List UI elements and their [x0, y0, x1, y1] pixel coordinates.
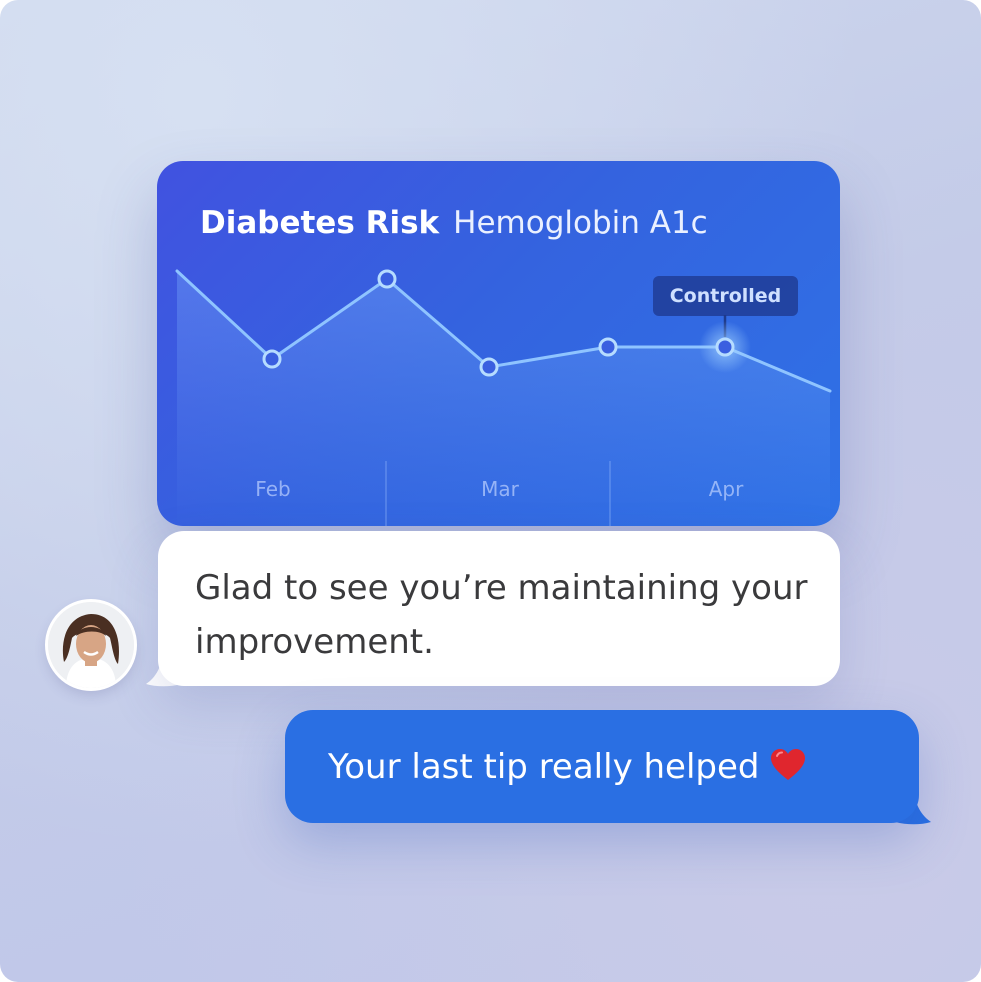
chart-data-point[interactable] [377, 269, 397, 289]
chart-title: Diabetes Risk Hemoglobin A1c [200, 205, 708, 241]
chart-data-point[interactable] [715, 337, 735, 357]
chart-title-primary: Diabetes Risk [200, 205, 440, 241]
chart-data-point[interactable] [598, 337, 618, 357]
month-label-feb: Feb [255, 477, 291, 501]
chart-title-secondary: Hemoglobin A1c [453, 205, 708, 241]
avatar-portrait [48, 602, 134, 688]
controlled-status-badge: Controlled [653, 276, 798, 316]
a1c-chart-card[interactable]: Diabetes Risk Hemoglobin A1c Controlled F… [157, 161, 840, 526]
chart-data-point[interactable] [262, 349, 282, 369]
incoming-message-bubble[interactable]: Glad to see you’re maintaining your impr… [158, 531, 840, 686]
heart-icon [770, 748, 805, 780]
outgoing-message-bubble[interactable]: Your last tip really helped [285, 710, 919, 823]
chart-data-point[interactable] [479, 357, 499, 377]
outgoing-message-text: Your last tip really helped [328, 747, 760, 787]
incoming-message-text: Glad to see you’re maintaining your impr… [195, 568, 808, 662]
month-label-apr: Apr [708, 477, 744, 501]
outgoing-message-line: Your last tip really helped [328, 742, 806, 792]
avatar[interactable] [48, 602, 134, 688]
app-canvas: Diabetes Risk Hemoglobin A1c Controlled F… [0, 0, 981, 982]
month-label-mar: Mar [481, 477, 519, 501]
